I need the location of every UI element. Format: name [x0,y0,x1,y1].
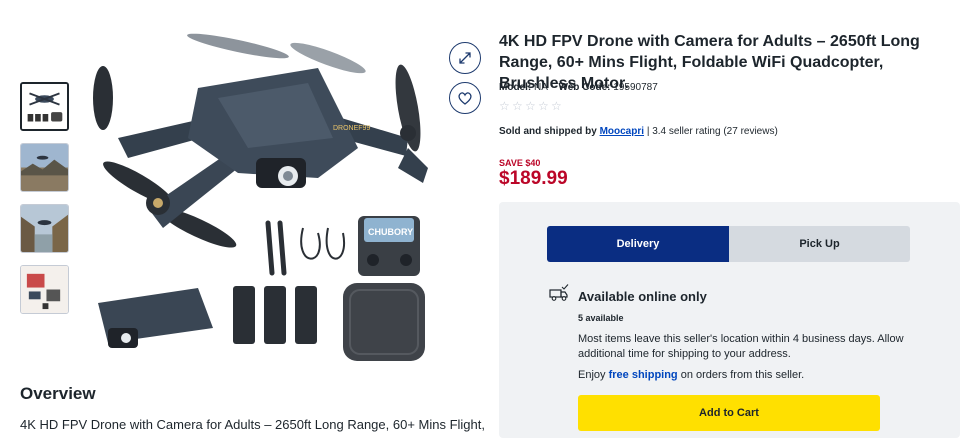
drone-product-image: DRONEF99 CHUBORY [88,28,433,368]
thumbnail-2[interactable] [20,143,69,192]
drone-thumbnail-image [22,84,67,129]
star-icon: ☆ [551,99,562,113]
thumbnail-4[interactable] [20,265,69,314]
thumbnail-1[interactable] [20,82,69,131]
delivery-tab[interactable]: Delivery [547,226,729,262]
save-badge: SAVE $40 [499,158,541,168]
seller-link[interactable]: Moocapri [600,126,644,137]
thumbnail-3[interactable] [20,204,69,253]
seller-prefix: Sold and shipped by [499,126,597,137]
webcode-label: Web Code: [558,82,611,93]
pickup-tab[interactable]: Pick Up [729,226,910,262]
model-label: Model: [499,82,532,93]
favorite-button[interactable] [449,82,481,114]
star-icon: ☆ [538,99,549,113]
main-product-image[interactable]: DRONEF99 CHUBORY [88,28,433,368]
model-value: NA [534,82,548,93]
thumbnail-list [20,82,70,326]
enjoy-prefix: Enjoy [578,369,606,381]
overview-text: 4K HD FPV Drone with Camera for Adults –… [20,417,485,432]
fulfillment-panel: Delivery Pick Up Available online only 5… [499,202,960,438]
drone-brand-text: DRONEF99 [333,125,370,132]
truck-icon [549,284,569,301]
star-icon: ☆ [512,99,523,113]
expand-image-button[interactable] [449,42,481,74]
overview-heading: Overview [20,384,96,403]
seller-info: Sold and shipped by Moocapri | 3.4 selle… [499,126,778,137]
seller-rating: | 3.4 seller rating (27 reviews) [646,126,778,137]
free-shipping-text: free shipping [608,369,678,381]
webcode-value: 19590787 [613,82,658,93]
expand-icon [459,52,471,64]
price: $189.99 [499,168,568,189]
package-thumbnail-image [21,266,68,313]
add-to-cart-button[interactable]: Add to Cart [578,395,880,431]
availability-title: Available online only [578,289,707,304]
enjoy-suffix: on orders from this seller. [680,369,805,381]
shipping-note: Most items leave this seller's location … [578,333,904,360]
rating-stars[interactable]: ☆ ☆ ☆ ☆ ☆ [499,99,562,113]
canyon-thumbnail-image [21,205,68,252]
case-brand-text: CHUBORY [368,227,413,237]
heart-icon [458,92,472,105]
star-icon: ☆ [525,99,536,113]
product-meta: Model: NA Web Code: 19590787 [499,82,658,93]
available-count: 5 available [578,313,624,323]
free-shipping-note: Enjoy free shipping on orders from this … [578,369,804,381]
star-icon: ☆ [499,99,510,113]
landscape-thumbnail-image [21,144,68,191]
